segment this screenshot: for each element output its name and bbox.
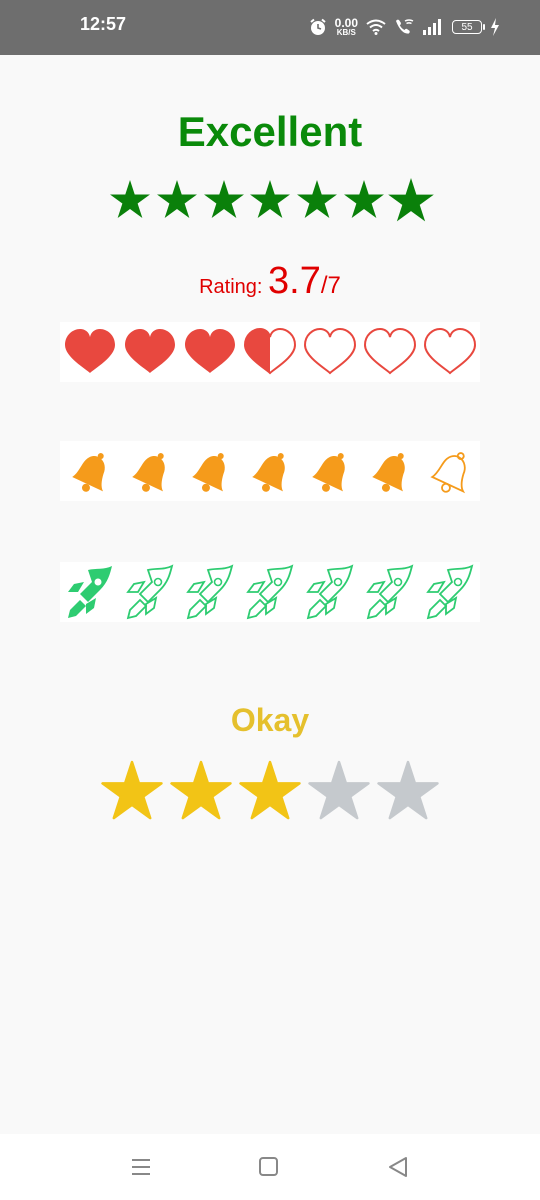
net-speed-unit: KB/S [336, 28, 356, 37]
heart-outline-icon[interactable] [424, 328, 476, 374]
rocket-outline-icon[interactable] [187, 565, 233, 619]
rocket-outline-icon[interactable] [247, 565, 293, 619]
back-icon[interactable] [384, 1154, 412, 1180]
heart-icon[interactable] [185, 329, 235, 373]
alarm-icon [310, 18, 326, 35]
rating-text: Rating: 3.7/7 [0, 260, 540, 303]
star-icon[interactable] [297, 180, 337, 218]
star-icon[interactable] [241, 762, 300, 818]
heart-outline-icon[interactable] [364, 328, 416, 374]
rocket-outline-icon[interactable] [127, 565, 173, 619]
star-icon[interactable] [250, 180, 290, 218]
navigation-bar [0, 1134, 540, 1200]
star-empty-icon[interactable] [310, 762, 369, 818]
rating-max: /7 [320, 272, 341, 299]
rocket-outline-icon[interactable] [367, 565, 413, 619]
bell-rating-bar[interactable] [60, 441, 480, 501]
rating-label: Rating: [199, 276, 269, 298]
status-icons: 0.00 KB/S 55 [309, 14, 500, 40]
heart-rating-bar[interactable] [60, 322, 480, 382]
home-icon[interactable] [255, 1154, 283, 1180]
star-icon[interactable] [110, 180, 150, 218]
battery-icon: 55 [452, 20, 485, 34]
bell-icon[interactable] [188, 446, 238, 499]
rating-value: 3.7 [268, 260, 321, 302]
star-icon[interactable] [388, 178, 434, 222]
star-empty-icon[interactable] [379, 762, 438, 818]
rating-title-okay: Okay [230, 702, 310, 738]
yellow-star-rating-bar[interactable] [100, 758, 440, 824]
star-icon[interactable] [172, 762, 231, 818]
green-star-rating-bar[interactable] [110, 178, 436, 224]
net-speed: 0.00 KB/S [335, 17, 358, 37]
heart-outline-icon[interactable] [304, 328, 356, 374]
wifi-icon [366, 19, 386, 35]
bell-icon[interactable] [308, 446, 358, 499]
bell-icon[interactable] [368, 446, 418, 499]
status-time: 12:57 [80, 14, 127, 34]
rocket-rating-bar[interactable] [60, 562, 480, 622]
rocket-icon[interactable] [68, 566, 112, 618]
rating-title-excellent: Excellent [177, 108, 363, 155]
bell-outline-icon[interactable] [427, 445, 479, 500]
star-icon[interactable] [204, 180, 244, 218]
wifi-call-icon [396, 19, 414, 34]
star-icon[interactable] [157, 180, 197, 218]
heart-icon[interactable] [65, 329, 115, 373]
battery-level: 55 [461, 21, 473, 33]
menu-icon[interactable] [127, 1154, 155, 1180]
heart-half-icon[interactable] [244, 328, 296, 374]
charging-icon [491, 18, 499, 36]
status-bar: 12:57 0.00 KB/S 55 [0, 0, 540, 55]
bell-icon[interactable] [248, 446, 298, 499]
bell-icon[interactable] [128, 446, 178, 499]
rocket-outline-icon[interactable] [307, 565, 353, 619]
heart-icon[interactable] [125, 329, 175, 373]
star-icon[interactable] [344, 180, 384, 218]
signal-icon [423, 19, 441, 35]
rocket-outline-icon[interactable] [427, 565, 473, 619]
bell-icon[interactable] [68, 446, 118, 499]
star-icon[interactable] [103, 762, 162, 818]
